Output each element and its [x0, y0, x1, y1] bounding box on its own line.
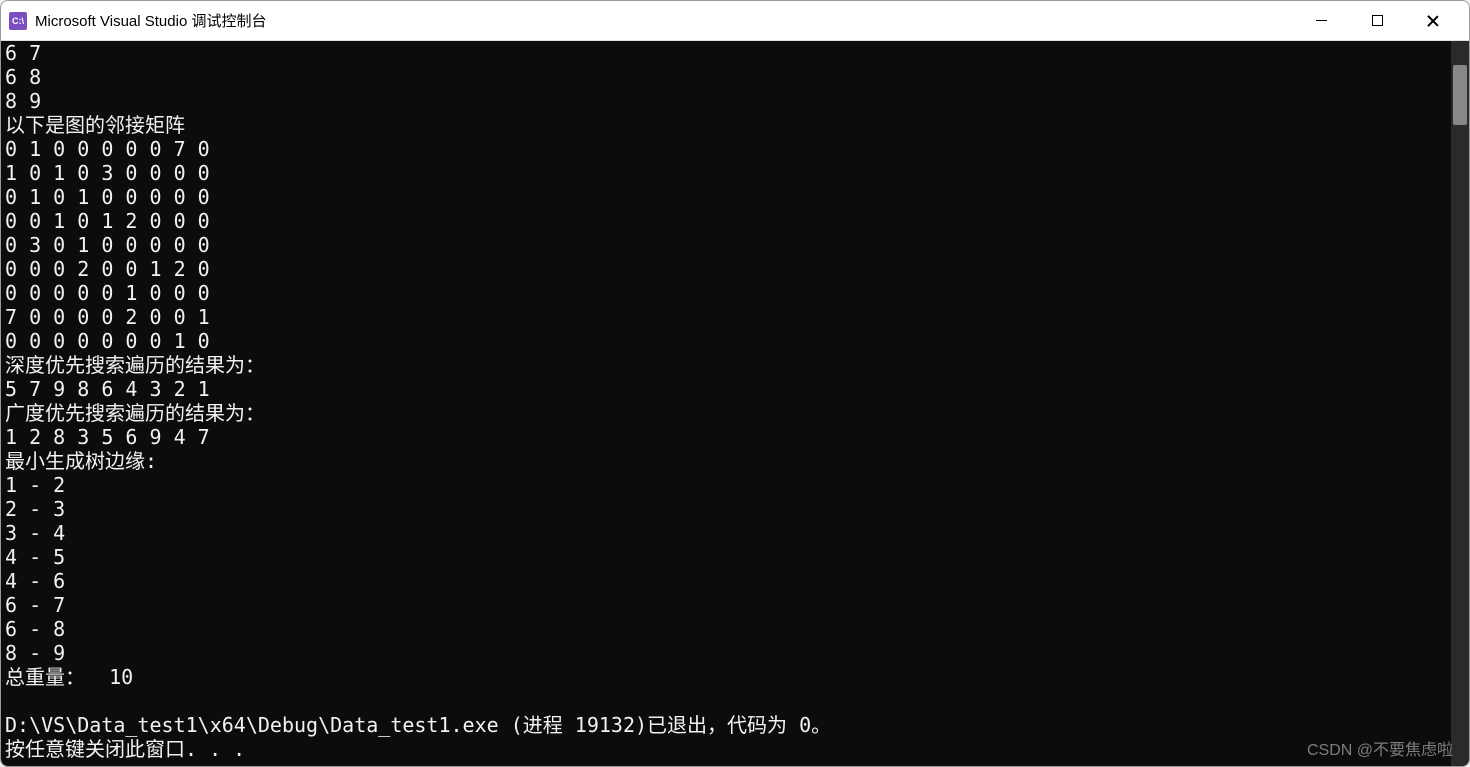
close-icon: [1426, 14, 1440, 28]
app-icon: C:\: [9, 12, 27, 30]
window-title: Microsoft Visual Studio 调试控制台: [35, 10, 1293, 31]
console-output[interactable]: 6 7 6 8 8 9 以下是图的邻接矩阵 0 1 0 0 0 0 0 7 0 …: [1, 41, 1451, 766]
scroll-thumb[interactable]: [1453, 65, 1467, 125]
titlebar[interactable]: C:\ Microsoft Visual Studio 调试控制台: [1, 1, 1469, 41]
minimize-icon: [1316, 20, 1327, 22]
maximize-icon: [1372, 15, 1383, 26]
window-controls: [1293, 1, 1461, 41]
minimize-button[interactable]: [1293, 1, 1349, 41]
console-window: C:\ Microsoft Visual Studio 调试控制台 6 7 6 …: [0, 0, 1470, 767]
console-body: 6 7 6 8 8 9 以下是图的邻接矩阵 0 1 0 0 0 0 0 7 0 …: [1, 41, 1469, 766]
close-button[interactable]: [1405, 1, 1461, 41]
scrollbar-vertical[interactable]: [1451, 41, 1469, 766]
maximize-button[interactable]: [1349, 1, 1405, 41]
